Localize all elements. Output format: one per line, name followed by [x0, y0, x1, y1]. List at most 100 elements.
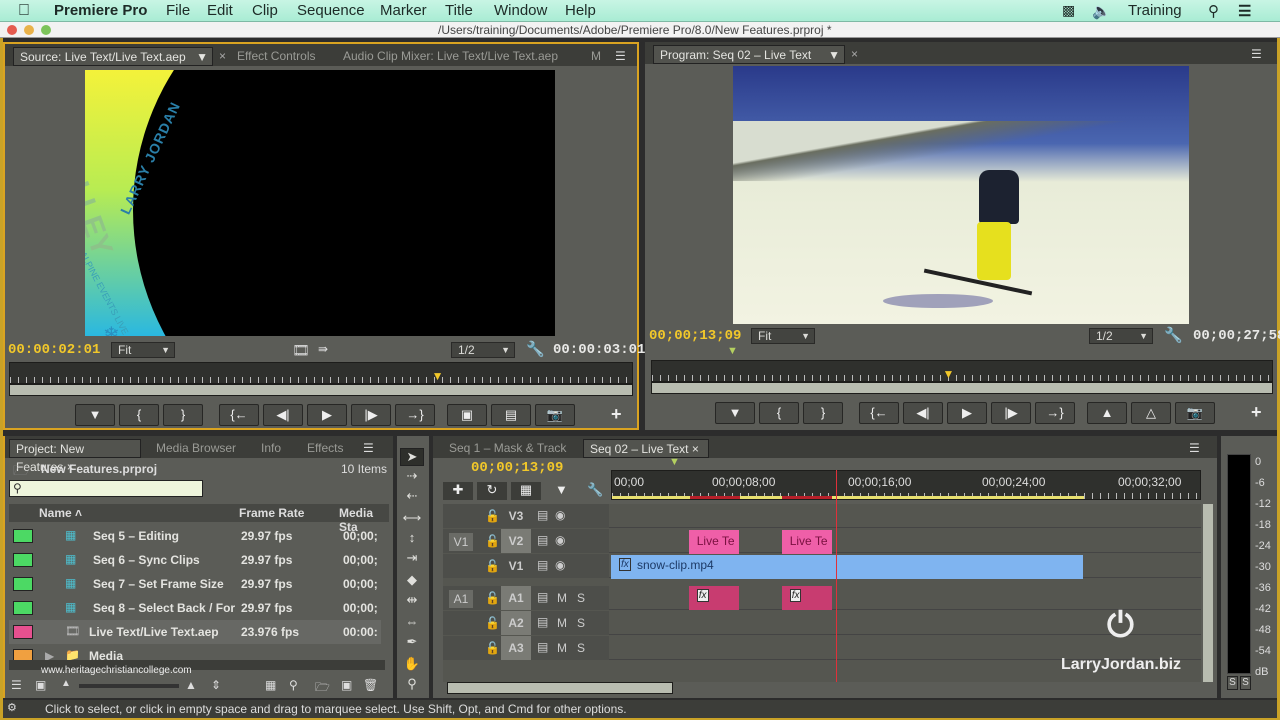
sort-icon[interactable]: ⇕ — [211, 678, 221, 692]
source-mark-in-button[interactable]: { — [119, 404, 159, 426]
source-export-frame-button[interactable]: 📷 — [535, 404, 575, 426]
project-list-item[interactable]: ▦ Seq 7 – Set Frame Size 29.97 fps 00;00; — [9, 572, 381, 596]
workspace-menu[interactable]: Training — [1128, 2, 1182, 19]
ripple-edit-icon[interactable]: ⟷ — [400, 510, 424, 528]
source-add-marker-button[interactable]: ▼ — [75, 404, 115, 426]
panel-menu-icon[interactable]: ☰ — [1183, 439, 1206, 458]
list-view-icon[interactable]: ☰ — [11, 678, 22, 692]
program-go-to-in-button[interactable]: {← — [859, 402, 899, 424]
clip-audio[interactable]: fx — [688, 586, 740, 610]
lock-icon[interactable]: 🔓 — [485, 616, 500, 630]
track-select-forward-icon[interactable]: ⇢ — [400, 468, 424, 486]
tab-program[interactable]: Program: Seq 02 – Live Text ▼ — [653, 45, 845, 64]
sync-lock-icon[interactable]: ▤ — [537, 640, 548, 654]
program-mark-out-button[interactable]: } — [803, 402, 843, 424]
tab-effects[interactable]: Effects — [301, 439, 349, 458]
automate-to-sequence-icon[interactable]: ▦ — [265, 678, 276, 692]
tab-seq-1[interactable]: Seq 1 – Mask & Track — [443, 439, 572, 458]
source-time-ruler[interactable]: ▼ — [9, 362, 633, 384]
timeline-current-time[interactable]: 00;00;13;09 — [471, 460, 563, 476]
program-play-button[interactable]: ▶ — [947, 402, 987, 424]
column-name[interactable]: Name ˄ — [39, 506, 82, 520]
wrench-icon[interactable]: 🔧 — [526, 340, 545, 358]
tab-source[interactable]: Source: Live Text/Live Text.aep ▼ — [13, 47, 213, 66]
wrench-icon[interactable]: 🔧 — [587, 482, 603, 498]
program-mark-in-button[interactable]: { — [759, 402, 799, 424]
menu-sequence[interactable]: Sequence — [297, 2, 365, 19]
selection-tool-icon[interactable]: ➤ — [400, 448, 424, 466]
mute-button[interactable]: M — [557, 591, 567, 605]
source-go-to-in-button[interactable]: {← — [219, 404, 259, 426]
source-step-back-button[interactable]: ◀| — [263, 404, 303, 426]
chevron-down-icon[interactable]: ▼ — [196, 48, 208, 66]
source-play-button[interactable]: ▶ — [307, 404, 347, 426]
panel-menu-icon[interactable]: ☰ — [609, 47, 632, 66]
button-editor-plus-icon[interactable]: + — [611, 404, 622, 425]
timeline-playhead[interactable] — [835, 470, 837, 682]
eye-icon[interactable]: ◉ — [555, 533, 565, 547]
nest-toggle-icon[interactable]: ✚ — [443, 482, 473, 500]
panel-menu-icon[interactable]: ☰ — [357, 439, 380, 458]
mute-button[interactable]: M — [557, 616, 567, 630]
rolling-edit-icon[interactable]: ↕ — [400, 530, 424, 548]
clip-audio[interactable]: fx — [781, 586, 833, 610]
solo-left-button[interactable]: S — [1227, 676, 1238, 690]
sync-lock-icon[interactable]: ▤ — [537, 615, 548, 629]
zoom-icon[interactable]: ⚲ — [400, 676, 424, 694]
source-resolution-dropdown[interactable]: 1/2 ▼ — [451, 342, 515, 358]
track-target-a3[interactable]: A3 — [501, 636, 531, 660]
program-lift-button[interactable]: ▲ — [1087, 402, 1127, 424]
zoom-window-button[interactable] — [41, 25, 51, 35]
tab-effect-controls[interactable]: Effect Controls — [231, 47, 321, 66]
program-go-to-out-button[interactable]: →} — [1035, 402, 1075, 424]
clip-live-text[interactable]: Live Te — [781, 530, 833, 554]
clip-live-text[interactable]: Live Te — [688, 530, 740, 554]
source-patch-a1[interactable]: A1 — [449, 590, 473, 608]
timeline-vertical-scrollbar[interactable] — [1203, 504, 1213, 682]
menu-file[interactable]: File — [166, 2, 190, 19]
clip-snow[interactable]: fx snow-clip.mp4 — [611, 555, 1083, 579]
tab-project[interactable]: Project: New Features × — [9, 439, 141, 474]
sync-lock-icon[interactable]: ▤ — [537, 558, 548, 572]
source-insert-button[interactable]: ▣ — [447, 404, 487, 426]
eye-icon[interactable]: ◉ — [555, 508, 565, 522]
minimize-window-button[interactable] — [24, 25, 34, 35]
slide-icon[interactable]: ⇔ — [400, 614, 424, 632]
trash-icon[interactable]: 🗑 — [363, 678, 378, 692]
source-mark-out-button[interactable]: } — [163, 404, 203, 426]
close-window-button[interactable] — [7, 25, 17, 35]
program-current-time[interactable]: 00;00;13;09 — [649, 328, 741, 344]
search-icon[interactable]: ⚲ — [1208, 2, 1219, 20]
snap-icon[interactable]: ↻ — [477, 482, 507, 500]
project-list-item[interactable]: 🎞 Live Text/Live Text.aep 23.976 fps 00:00: — [9, 620, 381, 644]
thumbnail-size-slider[interactable] — [79, 684, 179, 688]
close-tab-icon[interactable]: × — [845, 45, 864, 64]
tab-audio-clip-mixer[interactable]: Audio Clip Mixer: Live Text/Live Text.ae… — [337, 47, 564, 66]
pen-icon[interactable]: ✒ — [400, 634, 424, 652]
source-overwrite-button[interactable]: ▤ — [491, 404, 531, 426]
close-tab-icon[interactable]: × — [213, 47, 232, 66]
chevron-down-icon[interactable]: ▼ — [828, 46, 840, 64]
menu-window[interactable]: Window — [494, 2, 547, 19]
track-target-a1[interactable]: A1 — [501, 586, 531, 610]
tab-media-browser[interactable]: Media Browser — [150, 439, 242, 458]
tab-info[interactable]: Info — [255, 439, 287, 458]
wrench-icon[interactable]: 🔧 — [1164, 326, 1183, 344]
lock-icon[interactable]: 🔓 — [485, 509, 500, 523]
eye-icon[interactable]: ◉ — [555, 558, 565, 572]
project-list-item[interactable]: ▦ Seq 6 – Sync Clips 29.97 fps 00;00; — [9, 548, 381, 572]
source-go-to-out-button[interactable]: →} — [395, 404, 435, 426]
track-target-v1[interactable]: V1 — [501, 554, 531, 578]
apple-icon[interactable]:  — [18, 2, 30, 20]
lock-icon[interactable]: 🔓 — [485, 534, 500, 548]
project-list-item[interactable]: ▦ Seq 5 – Editing 29.97 fps 00;00; — [9, 524, 381, 548]
timeline-zoom-scrollbar[interactable] — [447, 682, 673, 694]
lock-icon[interactable]: 🔓 — [485, 641, 500, 655]
label-color-swatch[interactable] — [13, 529, 33, 543]
column-frame-rate[interactable]: Frame Rate — [239, 506, 304, 520]
track-target-a2[interactable]: A2 — [501, 611, 531, 635]
project-list-item[interactable]: ▦ Seq 8 – Select Back / For 29.97 fps 00;00… — [9, 596, 381, 620]
menu-title[interactable]: Title — [445, 2, 473, 19]
sync-lock-icon[interactable]: ▤ — [537, 590, 548, 604]
gear-icon[interactable]: ⚙ — [7, 701, 17, 714]
